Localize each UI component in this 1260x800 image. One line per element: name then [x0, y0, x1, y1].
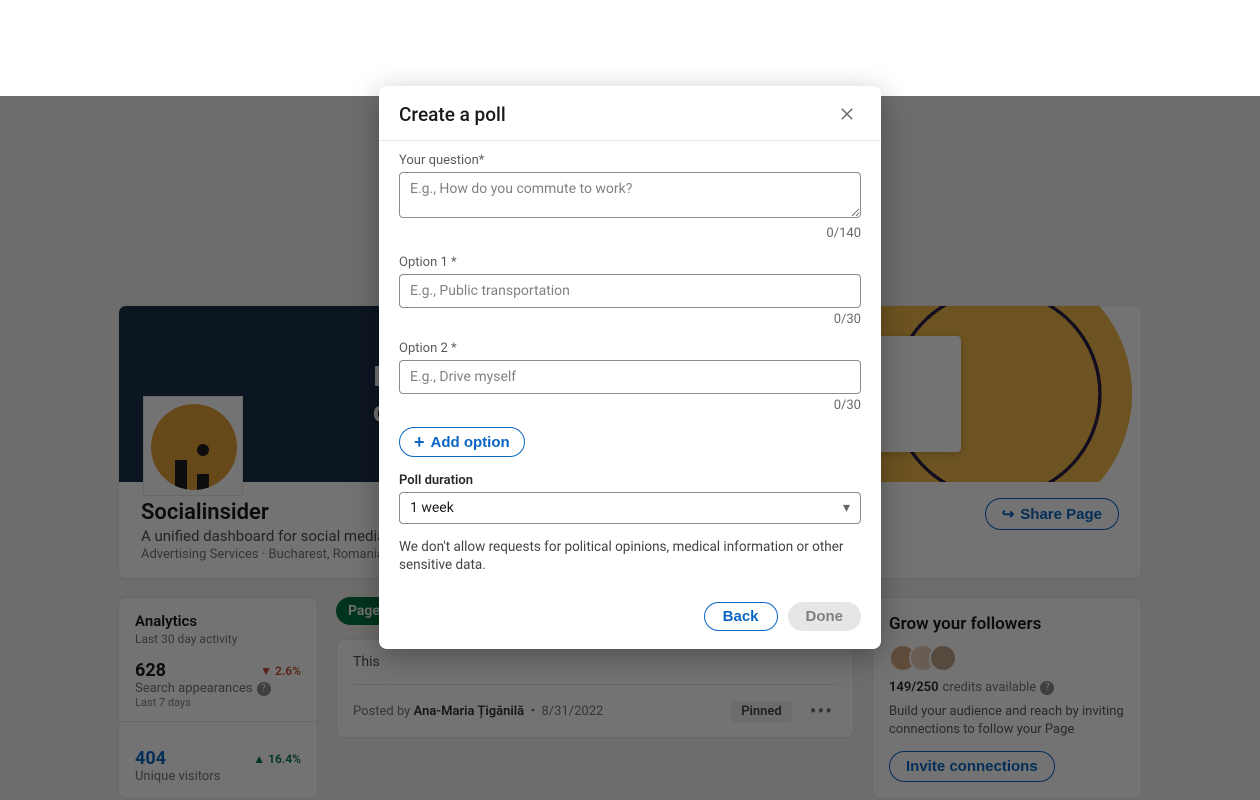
question-label: Your question*: [399, 153, 861, 168]
back-button[interactable]: Back: [704, 602, 778, 631]
caret-down-icon: ▾: [843, 500, 850, 516]
question-input[interactable]: [399, 172, 861, 218]
close-icon: [838, 105, 856, 123]
disclaimer-text: We don't allow requests for political op…: [399, 538, 861, 574]
add-option-label: Add option: [431, 434, 510, 451]
duration-value: 1 week: [410, 500, 454, 516]
option1-counter: 0/30: [399, 312, 861, 327]
modal-footer: Back Done: [379, 590, 881, 649]
duration-label: Poll duration: [399, 473, 861, 488]
option1-label: Option 1 *: [399, 255, 861, 270]
plus-icon: +: [414, 433, 425, 451]
close-button[interactable]: [833, 100, 861, 128]
option1-input[interactable]: [399, 274, 861, 308]
done-button[interactable]: Done: [788, 602, 862, 631]
option2-input[interactable]: [399, 360, 861, 394]
create-poll-modal: Create a poll Your question* 0/140 Optio…: [379, 86, 881, 649]
add-option-button[interactable]: + Add option: [399, 427, 525, 457]
option2-label: Option 2 *: [399, 341, 861, 356]
modal-title: Create a poll: [399, 103, 506, 126]
modal-header: Create a poll: [379, 86, 881, 141]
modal-body: Your question* 0/140 Option 1 * 0/30 Opt…: [379, 141, 881, 590]
duration-select[interactable]: 1 week ▾: [399, 492, 861, 524]
option2-counter: 0/30: [399, 398, 861, 413]
question-counter: 0/140: [399, 226, 861, 241]
